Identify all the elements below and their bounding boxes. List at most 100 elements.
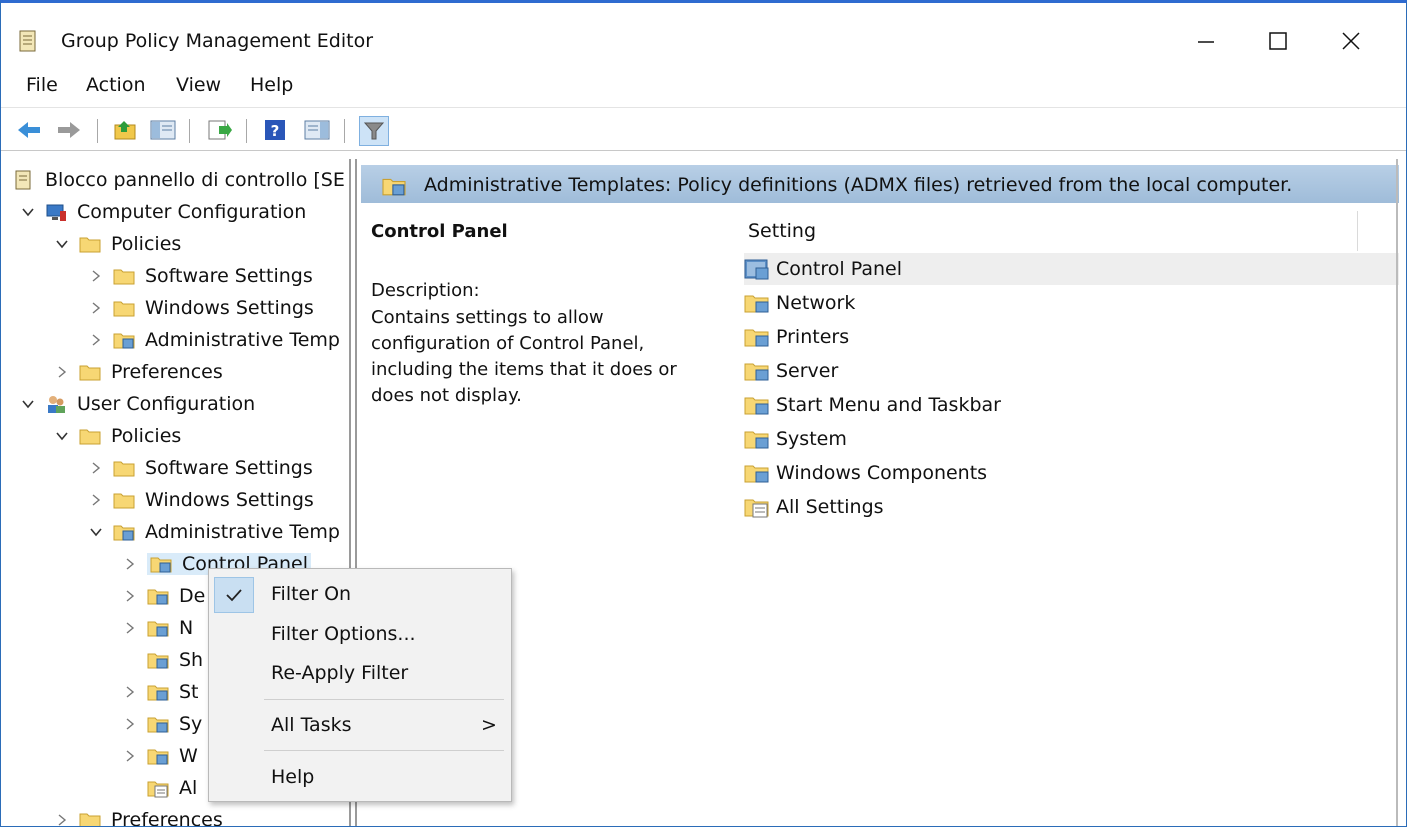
chevron-right-icon[interactable]: [123, 749, 137, 763]
policy-folder-icon: [147, 621, 169, 637]
filter-button[interactable]: [359, 116, 389, 146]
menu-item-reapply-filter[interactable]: Re-Apply Filter: [271, 662, 408, 684]
chevron-down-icon[interactable]: [21, 397, 35, 411]
menu-view[interactable]: View: [176, 74, 221, 96]
folder-icon: [113, 301, 135, 317]
tree-uc-policies[interactable]: Policies: [55, 421, 181, 451]
list-item-windows-components[interactable]: Windows Components: [744, 457, 987, 489]
toolbar-separator: [189, 119, 190, 143]
list-item-all-settings[interactable]: All Settings: [744, 491, 884, 523]
help-button[interactable]: ?: [261, 116, 289, 144]
column-divider[interactable]: [1357, 211, 1358, 251]
show-hide-tree-icon: [150, 120, 176, 140]
policy-folder-icon: [150, 557, 172, 573]
policy-folder-icon: [147, 717, 169, 733]
tree-item-label: St: [179, 681, 199, 703]
maximize-icon: [1269, 32, 1287, 50]
chevron-down-icon[interactable]: [55, 429, 69, 443]
tree-cc-administrative-templates[interactable]: Administrative Temp: [89, 325, 340, 355]
tree-windows-partial[interactable]: W: [123, 741, 198, 771]
tree-uc-software-settings[interactable]: Software Settings: [89, 453, 313, 483]
tree-system-partial[interactable]: Sy: [123, 709, 202, 739]
tree-uc-administrative-templates-label: Administrative Temp: [145, 521, 340, 543]
chevron-right-icon[interactable]: [89, 493, 103, 507]
tree-user-configuration[interactable]: User Configuration: [21, 389, 255, 419]
chevron-right-icon[interactable]: [89, 301, 103, 315]
column-header-setting[interactable]: Setting: [748, 220, 816, 242]
menu-item-filter-options[interactable]: Filter Options...: [271, 623, 416, 645]
up-one-level-button[interactable]: [111, 116, 139, 144]
chevron-right-icon[interactable]: [123, 621, 137, 635]
folder-icon: [79, 429, 101, 445]
maximize-button[interactable]: [1248, 19, 1308, 63]
chevron-down-icon[interactable]: [21, 205, 35, 219]
list-item-server[interactable]: Server: [744, 355, 838, 387]
banner-text: Administrative Templates: Policy definit…: [424, 174, 1293, 196]
gpo-document-icon: [19, 30, 36, 52]
tree-computer-configuration-label: Computer Configuration: [77, 201, 307, 223]
show-hide-action-pane-button[interactable]: [303, 116, 331, 144]
minimize-button[interactable]: [1176, 19, 1236, 63]
chevron-down-icon[interactable]: [55, 237, 69, 251]
header-banner: Administrative Templates: Policy definit…: [361, 165, 1399, 203]
list-item-label: System: [776, 428, 847, 450]
gpo-document-icon: [15, 170, 31, 190]
folder-icon: [79, 813, 101, 826]
menu-item-filter-on[interactable]: Filter On: [271, 583, 351, 605]
list-item-network[interactable]: Network: [744, 287, 855, 319]
tree-network-partial[interactable]: N: [123, 613, 193, 643]
list-item-label: Server: [776, 360, 839, 382]
chevron-right-icon[interactable]: [123, 717, 137, 731]
menu-action[interactable]: Action: [86, 74, 146, 96]
chevron-right-icon[interactable]: [123, 557, 137, 571]
menu-item-all-tasks[interactable]: All Tasks: [271, 714, 352, 736]
toolbar-separator: [344, 119, 345, 143]
tree-uc-preferences-label: Preferences: [111, 809, 223, 827]
menu-item-help[interactable]: Help: [271, 766, 314, 788]
list-item-control-panel[interactable]: Control Panel: [744, 253, 1399, 285]
menu-help[interactable]: Help: [250, 74, 293, 96]
list-item-printers[interactable]: Printers: [744, 321, 849, 353]
forward-button[interactable]: [55, 116, 83, 144]
chevron-right-icon[interactable]: [123, 685, 137, 699]
tree-cc-policies[interactable]: Policies: [55, 229, 181, 259]
tree-shared-partial[interactable]: Sh: [123, 645, 203, 675]
tree-all-settings-partial[interactable]: Al: [123, 773, 197, 803]
tree-cc-policies-label: Policies: [111, 233, 182, 255]
menu-file[interactable]: File: [26, 74, 58, 96]
list-item-system[interactable]: System: [744, 423, 847, 455]
chevron-right-icon[interactable]: [55, 365, 69, 379]
users-icon: [48, 396, 65, 413]
tree-root[interactable]: Blocco pannello di controllo [SE: [13, 165, 345, 195]
chevron-down-icon[interactable]: [89, 525, 103, 539]
description-title: Control Panel: [371, 221, 508, 242]
chevron-right-icon[interactable]: [89, 461, 103, 475]
title-bar: Group Policy Management Editor: [1, 3, 1406, 65]
list-item-label: Printers: [776, 326, 850, 348]
back-icon: [18, 122, 40, 138]
tree-computer-configuration[interactable]: Computer Configuration: [21, 197, 306, 227]
chevron-right-icon[interactable]: [123, 589, 137, 603]
tree-start-partial[interactable]: St: [123, 677, 199, 707]
tree-uc-windows-settings[interactable]: Windows Settings: [89, 485, 314, 515]
policy-folder-icon: [744, 431, 769, 449]
back-button[interactable]: [15, 116, 43, 144]
list-item-start-menu[interactable]: Start Menu and Taskbar: [744, 389, 1001, 421]
tree-desktop-partial[interactable]: De: [123, 581, 205, 611]
tree-uc-administrative-templates[interactable]: Administrative Temp: [89, 517, 340, 547]
export-list-button[interactable]: [206, 116, 234, 144]
tree-uc-preferences[interactable]: Preferences: [55, 805, 223, 827]
tree-user-configuration-label: User Configuration: [77, 393, 256, 415]
close-button[interactable]: [1321, 19, 1381, 63]
tree-item-label: N: [179, 617, 194, 639]
chevron-right-icon[interactable]: [89, 333, 103, 347]
policy-folder-icon: [382, 178, 406, 196]
all-settings-icon: [147, 781, 169, 798]
list-item-label: Windows Components: [776, 462, 988, 484]
tree-cc-software-settings[interactable]: Software Settings: [89, 261, 313, 291]
details-pane: Administrative Templates: Policy definit…: [361, 159, 1399, 826]
show-hide-tree-button[interactable]: [149, 116, 177, 144]
chevron-right-icon[interactable]: [89, 269, 103, 283]
tree-cc-windows-settings[interactable]: Windows Settings: [89, 293, 314, 323]
tree-cc-preferences[interactable]: Preferences: [55, 357, 223, 387]
